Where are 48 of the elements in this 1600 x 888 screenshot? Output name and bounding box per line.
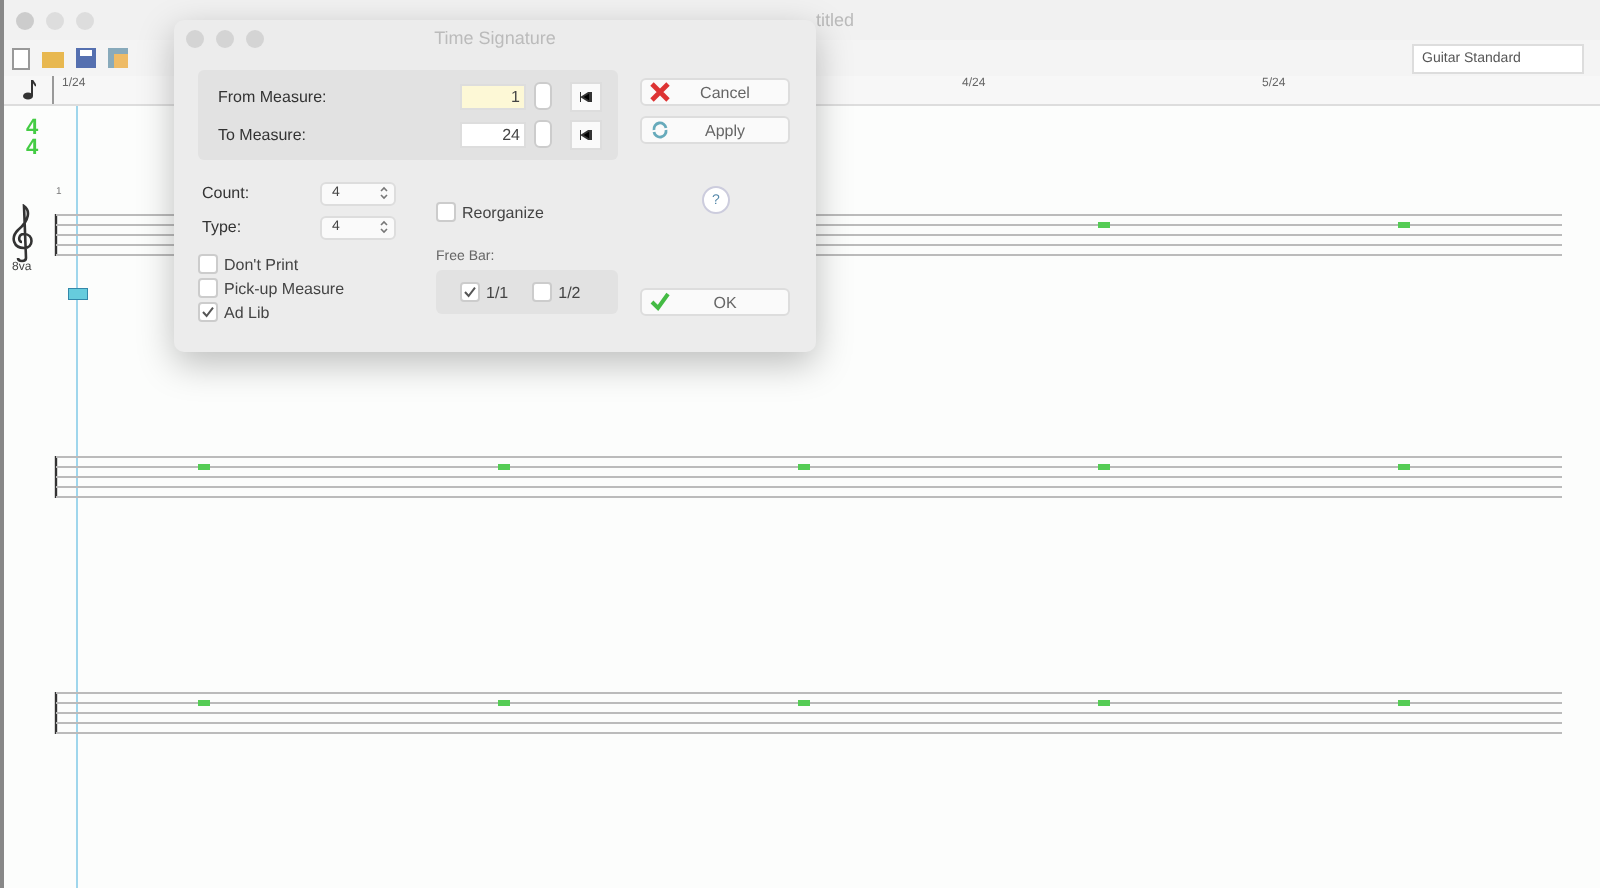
rest-icon — [498, 464, 510, 470]
stepper-icon — [380, 220, 388, 234]
checkbox[interactable]: 1/2 — [532, 280, 581, 304]
cancel-button[interactable]: Cancel — [640, 78, 790, 106]
checkmark-icon — [650, 292, 670, 312]
import-icon[interactable] — [108, 48, 132, 68]
field-label: To Measure: — [218, 125, 309, 143]
skip-icon — [580, 129, 592, 139]
treble-clef-icon — [10, 204, 38, 264]
rest-icon — [1398, 464, 1410, 470]
rest-icon — [198, 464, 210, 470]
checkmark-icon — [202, 306, 214, 318]
checkbox[interactable]: Reorganize — [436, 200, 618, 224]
stepper-icon — [380, 186, 388, 200]
rest-icon — [1398, 222, 1410, 228]
rest-icon — [1098, 464, 1110, 470]
checkmark-icon — [464, 286, 476, 298]
stepper[interactable] — [534, 82, 552, 110]
cursor-marker — [68, 288, 88, 300]
save-icon[interactable] — [76, 48, 96, 68]
time-signature: 4 4 — [26, 118, 39, 158]
ok-button[interactable]: OK — [640, 288, 790, 316]
stepper[interactable] — [534, 120, 552, 148]
measure-field[interactable]: 24 — [460, 121, 526, 147]
rest-icon — [1398, 700, 1410, 706]
skip-end-button[interactable] — [570, 81, 602, 111]
rest-icon — [798, 464, 810, 470]
checkbox[interactable]: Pick-up Measure — [198, 276, 436, 300]
document-icon[interactable] — [12, 47, 30, 69]
field-label: Type: — [200, 218, 244, 236]
note-icon[interactable] — [21, 80, 35, 100]
close-icon — [650, 82, 670, 102]
rest-icon — [798, 700, 810, 706]
rest-icon — [498, 700, 510, 706]
refresh-icon — [650, 120, 670, 140]
checkbox[interactable]: Don't Print — [198, 252, 436, 276]
rest-icon — [1098, 222, 1110, 228]
rest-icon — [1098, 700, 1110, 706]
field-label: Count: — [200, 184, 252, 202]
apply-button[interactable]: Apply — [640, 116, 790, 144]
field-label: From Measure: — [218, 87, 329, 105]
folder-icon[interactable] — [42, 49, 64, 67]
measure-field[interactable]: 1 — [460, 83, 526, 109]
skip-end-button[interactable] — [570, 119, 602, 149]
checkbox[interactable]: Ad Lib — [198, 300, 436, 324]
rest-icon — [198, 700, 210, 706]
checkbox[interactable]: 1/1 — [460, 280, 509, 304]
skip-icon — [580, 91, 592, 101]
